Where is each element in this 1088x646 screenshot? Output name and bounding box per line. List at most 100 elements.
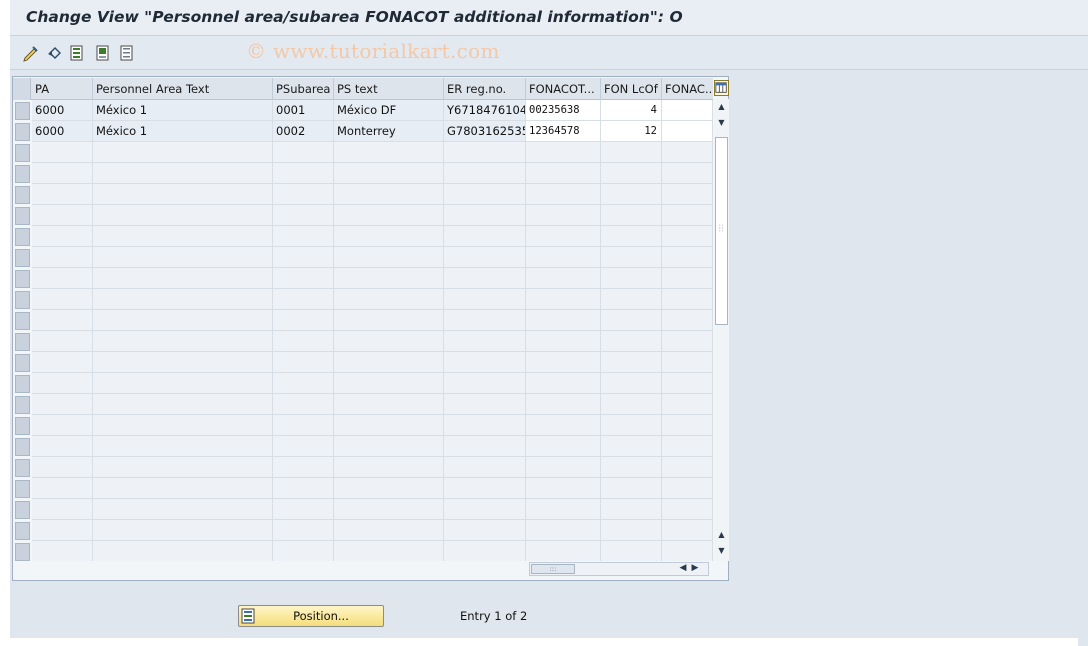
cell-fonac — [662, 352, 713, 373]
cell-psubarea — [273, 478, 334, 499]
row-selector[interactable] — [15, 522, 30, 540]
cell-personnel-area-text — [93, 520, 273, 541]
column-header-personnel-area-text[interactable]: Personnel Area Text — [93, 78, 273, 100]
cell-fonacot[interactable]: 00235638 — [526, 100, 601, 121]
row-selector[interactable] — [15, 543, 30, 561]
cell-pa — [32, 310, 93, 331]
column-header-er-reg-no[interactable]: ER reg.no. — [444, 78, 526, 100]
scroll-thumb[interactable]: ∷ ∷ — [715, 137, 728, 325]
table-row — [13, 457, 713, 478]
row-selector[interactable] — [15, 417, 30, 435]
cell-ps-text — [334, 142, 444, 163]
row-selector[interactable] — [15, 144, 30, 162]
cell-pa — [32, 289, 93, 310]
cell-ps-text — [334, 163, 444, 184]
row-selector[interactable] — [15, 291, 30, 309]
cell-personnel-area-text — [93, 415, 273, 436]
row-selector[interactable] — [15, 270, 30, 288]
cell-fon-lcof — [601, 310, 662, 331]
row-selector[interactable] — [15, 186, 30, 204]
cell-fonacot — [526, 184, 601, 205]
cell-fonac — [662, 499, 713, 520]
select-all-icon[interactable] — [68, 44, 86, 62]
cell-pa — [32, 331, 93, 352]
cell-fon-lcof — [601, 226, 662, 247]
row-selector[interactable] — [15, 123, 30, 141]
cell-fon-lcof[interactable]: 4 — [601, 100, 662, 121]
cell-ps-text — [334, 205, 444, 226]
horizontal-scroll-arrows: ◀ ▶ — [677, 563, 705, 575]
scroll-right-icon[interactable]: ▶ — [689, 563, 701, 573]
cell-fonac[interactable] — [662, 121, 713, 142]
cell-pa — [32, 184, 93, 205]
display-change-icon[interactable] — [22, 44, 40, 62]
column-header-fonac[interactable]: FONAC... — [662, 78, 713, 100]
table-row: 6000 México 1 0001 México DF Y6718476104 0023… — [13, 100, 713, 121]
scroll-left-icon[interactable]: ◀ — [677, 563, 689, 573]
cell-er-reg-no — [444, 184, 526, 205]
cell-fonac[interactable] — [662, 100, 713, 121]
cell-fon-lcof — [601, 289, 662, 310]
cell-fonacot — [526, 331, 601, 352]
row-selector[interactable] — [15, 102, 30, 120]
column-header-ps-text[interactable]: PS text — [334, 78, 444, 100]
row-selector[interactable] — [15, 333, 30, 351]
sap-window: Change View "Personnel area/subarea FONA… — [10, 0, 1088, 646]
row-selector[interactable] — [15, 396, 30, 414]
cell-psubarea — [273, 373, 334, 394]
cell-pa — [32, 541, 93, 561]
cell-fonac — [662, 226, 713, 247]
page-title: Change View "Personnel area/subarea FONA… — [26, 8, 683, 26]
table-row — [13, 268, 713, 289]
row-selector[interactable] — [15, 249, 30, 267]
row-selector[interactable] — [15, 354, 30, 372]
column-header-fon-lcof[interactable]: FON LcOf — [601, 78, 662, 100]
cell-personnel-area-text — [93, 373, 273, 394]
cell-psubarea — [273, 310, 334, 331]
position-button[interactable]: Position... — [238, 605, 384, 627]
row-selector[interactable] — [15, 438, 30, 456]
cell-pa — [32, 163, 93, 184]
cell-psubarea — [273, 520, 334, 541]
footer-area: Position... Entry 1 of 2 — [10, 582, 1088, 638]
row-selector[interactable] — [15, 459, 30, 477]
cell-personnel-area-text — [93, 436, 273, 457]
select-all-rows-button[interactable] — [13, 78, 31, 100]
table-row — [13, 331, 713, 352]
cell-er-reg-no: G7803162535 — [444, 121, 526, 142]
scroll-up-icon[interactable]: ▲ — [716, 100, 727, 114]
cell-pa — [32, 436, 93, 457]
vertical-scrollbar[interactable]: ▲ ▼ ∷ ∷ ▲ ▼ — [714, 99, 729, 561]
row-selector[interactable] — [15, 228, 30, 246]
cell-psubarea — [273, 457, 334, 478]
cell-fonacot[interactable]: 12364578 — [526, 121, 601, 142]
cell-ps-text — [334, 394, 444, 415]
horizontal-scroll-thumb[interactable]: ::: — [531, 564, 575, 574]
column-header-psubarea[interactable]: PSubarea — [273, 78, 334, 100]
row-selector[interactable] — [15, 312, 30, 330]
cell-personnel-area-text — [93, 478, 273, 499]
undo-icon[interactable] — [46, 44, 64, 62]
table-row: 6000 México 1 0002 Monterrey G7803162535 1236… — [13, 121, 713, 142]
cell-personnel-area-text — [93, 247, 273, 268]
cell-pa — [32, 205, 93, 226]
cell-er-reg-no: Y6718476104 — [444, 100, 526, 121]
row-selector[interactable] — [15, 375, 30, 393]
scroll-down-icon[interactable]: ▼ — [716, 116, 727, 130]
scroll-page-down-icon[interactable]: ▼ — [716, 544, 727, 558]
row-selector[interactable] — [15, 207, 30, 225]
cell-psubarea — [273, 184, 334, 205]
table-settings-icon[interactable] — [714, 80, 729, 96]
cell-fonacot — [526, 457, 601, 478]
cell-fonac — [662, 289, 713, 310]
row-selector[interactable] — [15, 480, 30, 498]
cell-fon-lcof[interactable]: 12 — [601, 121, 662, 142]
select-block-icon[interactable] — [94, 44, 112, 62]
scroll-page-up-icon[interactable]: ▲ — [716, 528, 727, 542]
column-header-fonacot[interactable]: FONACOT... — [526, 78, 601, 100]
cell-fonacot — [526, 268, 601, 289]
row-selector[interactable] — [15, 501, 30, 519]
column-header-pa[interactable]: PA — [32, 78, 93, 100]
deselect-all-icon[interactable] — [118, 44, 136, 62]
row-selector[interactable] — [15, 165, 30, 183]
